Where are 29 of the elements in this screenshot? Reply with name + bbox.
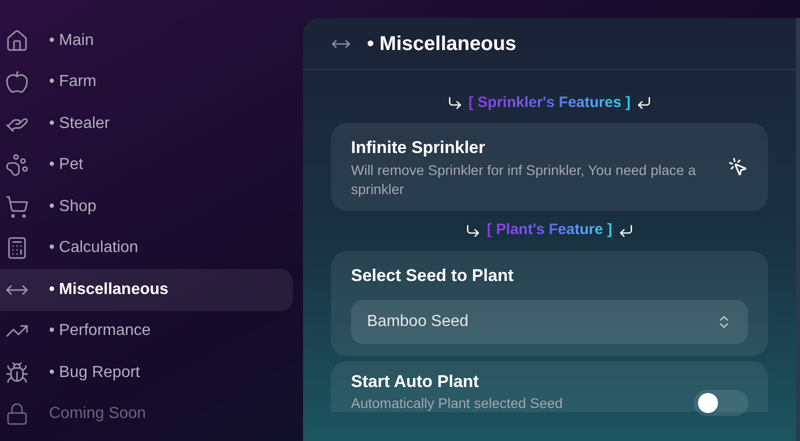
- home-icon: [5, 28, 29, 53]
- sidebar-item[interactable]: • Bug Report: [0, 352, 293, 394]
- click-pointer-icon: [728, 156, 748, 177]
- sidebar-item[interactable]: • Shop: [0, 186, 293, 228]
- sidebar-item[interactable]: • Performance: [0, 310, 293, 352]
- sidebar-item[interactable]: • Stealer: [0, 103, 293, 144]
- panel-title: • Miscellaneous: [367, 32, 516, 56]
- feature-title: Start Auto Plant: [351, 371, 480, 393]
- infinite-sprinkler-button[interactable]: Infinite Sprinkler Will remove Sprinkler for inf Sprinkler, You need place a sprinkler: [331, 123, 768, 210]
- dropdown-label: Select Seed to Plant: [351, 264, 514, 286]
- seed-dropdown[interactable]: Bamboo Seed: [351, 300, 748, 344]
- feature-title: Infinite Sprinkler: [351, 137, 486, 159]
- sidebar-item[interactable]: • Miscellaneous: [0, 269, 293, 310]
- lock-icon: [5, 402, 29, 426]
- hook-arrow-icon: [446, 95, 463, 111]
- bug-icon: [5, 360, 29, 385]
- sidebar-item[interactable]: • Main: [0, 20, 293, 62]
- feature-description: Will remove Sprinkler for inf Sprinkler, You need place a sprinkler: [351, 160, 697, 198]
- sidebar-item[interactable]: • Farm: [0, 62, 293, 103]
- hook-arrow-icon: [618, 222, 634, 238]
- hook-arrow-icon: [636, 95, 652, 111]
- sidebar-item[interactable]: • Calculation: [0, 228, 293, 269]
- apple-icon: [5, 70, 29, 94]
- feature-description: Automatically Plant selected Seed: [351, 394, 564, 412]
- sidebar-item[interactable]: • Pet: [0, 144, 293, 186]
- paw-icon: [5, 153, 29, 178]
- hook-arrow-icon: [464, 222, 481, 238]
- toggle-switch[interactable]: [694, 390, 748, 416]
- cart-icon: [5, 194, 29, 219]
